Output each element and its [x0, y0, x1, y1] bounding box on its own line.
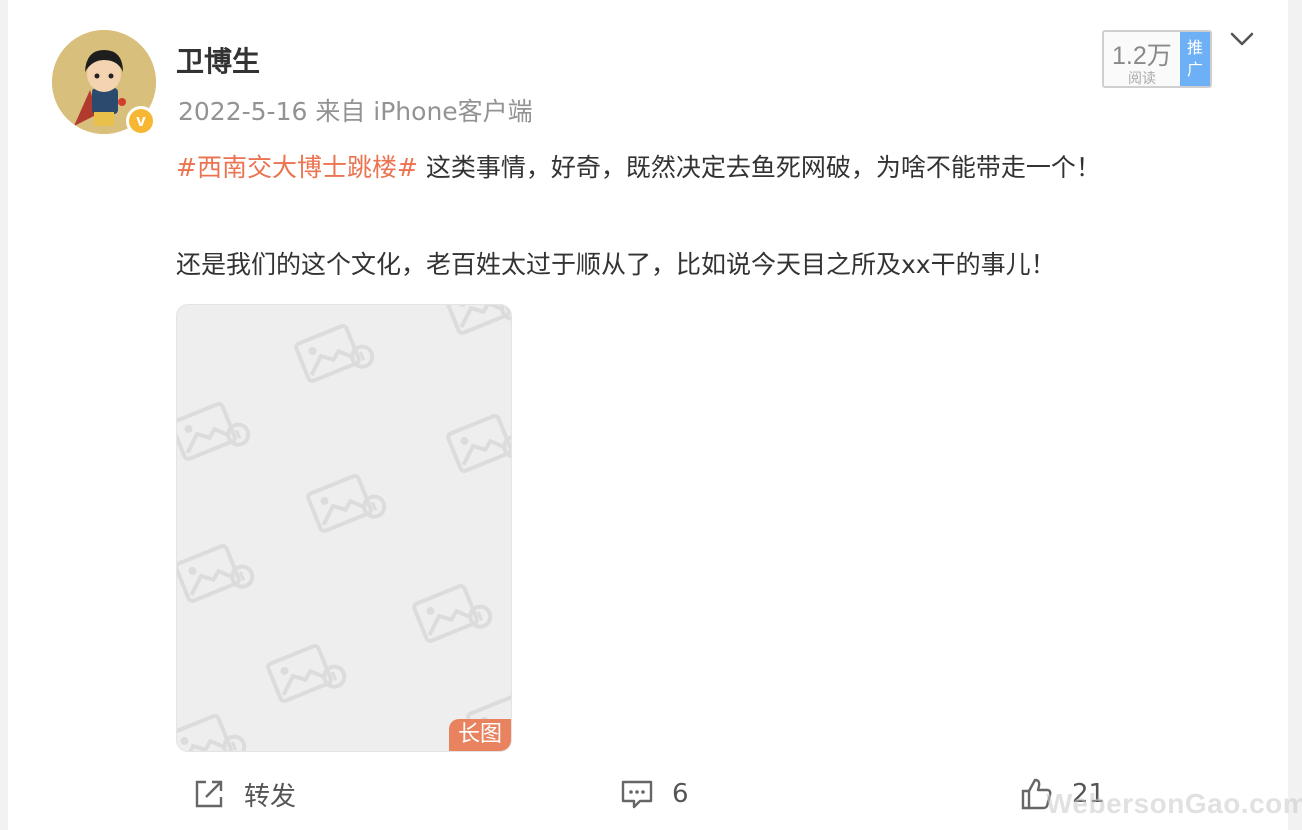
image-placeholder-icon — [177, 305, 511, 751]
comment-icon — [621, 780, 653, 809]
post-text-line-2: 还是我们的这个文化，老百姓太过于顺从了，比如说今天目之所及xx干的事儿！ — [176, 250, 1056, 279]
post-image[interactable]: 长图 — [176, 304, 512, 752]
promote-label: 推广 — [1186, 38, 1203, 79]
post-text-segment: 这类事情，好奇，既然决定去鱼死网破，为啥不能带走一个！ — [417, 153, 1101, 182]
post-text-line-1: #西南交大博士跳楼# 这类事情，好奇，既然决定去鱼死网破，为啥不能带走一个！ — [176, 148, 1101, 184]
repost-button[interactable]: 转发 — [192, 774, 296, 814]
chevron-down-icon[interactable] — [1228, 28, 1256, 50]
comment-count: 6 — [672, 779, 689, 809]
repost-label: 转发 — [244, 781, 297, 812]
weibo-post-card: v 卫博生 2022-5-16 来自 iPhone客户端 1.2万 阅读 推广 … — [8, 0, 1288, 830]
comment-button[interactable]: 6 — [620, 774, 689, 814]
long-image-badge: 长图 — [449, 719, 511, 751]
hashtag-link[interactable]: #西南交大博士跳楼# — [176, 153, 418, 182]
post-source: 来自 iPhone客户端 — [315, 97, 533, 126]
verified-icon: v — [126, 106, 156, 136]
author-name[interactable]: 卫博生 — [176, 40, 260, 80]
promote-button[interactable]: 推广 — [1180, 32, 1210, 86]
read-label: 阅读 — [1128, 71, 1156, 87]
post-meta: 2022-5-16 来自 iPhone客户端 — [178, 92, 533, 128]
read-count: 1.2万 — [1112, 42, 1172, 70]
post-date: 2022-5-16 — [178, 97, 308, 126]
watermark: WebersonGao.com — [1046, 788, 1302, 819]
repost-icon — [195, 780, 223, 808]
read-count-badge: 1.2万 阅读 推广 — [1102, 30, 1212, 88]
